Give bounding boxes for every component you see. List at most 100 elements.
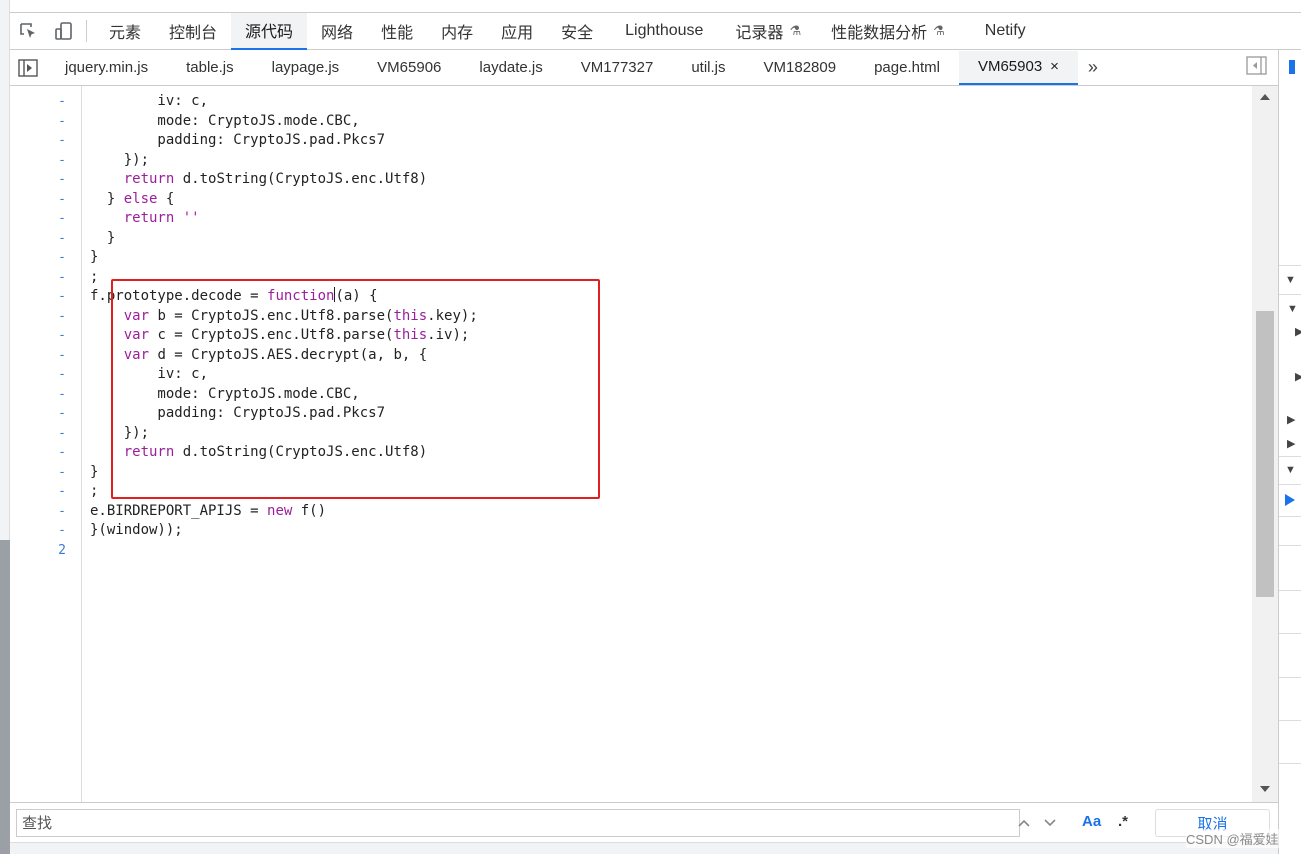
file-tab[interactable]: table.js bbox=[167, 51, 253, 85]
code-line[interactable]: iv: c, bbox=[90, 92, 208, 112]
line-marker[interactable]: - bbox=[10, 482, 66, 502]
file-tab[interactable]: util.js bbox=[672, 51, 744, 85]
line-marker[interactable]: - bbox=[10, 248, 66, 268]
experiment-flask-icon: ⚗ bbox=[789, 23, 802, 38]
line-marker[interactable]: - bbox=[10, 229, 66, 249]
line-marker[interactable]: - bbox=[10, 346, 66, 366]
file-tab[interactable]: VM182809 bbox=[745, 51, 856, 85]
line-marker[interactable]: - bbox=[10, 463, 66, 483]
line-gutter[interactable]: -----------------------2 bbox=[10, 86, 82, 802]
code-text: d.toString(CryptoJS.enc.Utf8) bbox=[174, 171, 428, 187]
file-tab[interactable]: laypage.js bbox=[253, 51, 359, 85]
pause-icon[interactable] bbox=[1289, 60, 1295, 74]
scroll-down-icon[interactable] bbox=[1260, 786, 1270, 792]
line-marker[interactable]: - bbox=[10, 521, 66, 541]
tab-elements[interactable]: 元素 bbox=[95, 13, 155, 50]
scrollbar-thumb[interactable] bbox=[1256, 311, 1274, 597]
tab-sources[interactable]: 源代码 bbox=[231, 12, 308, 50]
tab-performance-insights[interactable]: 性能数据分析 ⚗ bbox=[815, 13, 967, 50]
experiment-flask-icon: ⚗ bbox=[933, 23, 945, 38]
code-text: ; bbox=[90, 268, 99, 285]
code-line[interactable]: mode: CryptoJS.mode.CBC, bbox=[90, 112, 359, 132]
next-match-icon[interactable] bbox=[1038, 811, 1062, 835]
expand-arrow-icon[interactable]: ▶ bbox=[1287, 413, 1295, 426]
tab-network[interactable]: 网络 bbox=[307, 13, 367, 50]
code-keyword: return bbox=[123, 171, 175, 187]
more-tabs-icon[interactable]: » bbox=[1078, 57, 1108, 78]
expand-arrow-icon[interactable]: ▶ bbox=[1295, 370, 1301, 383]
code-line[interactable]: } bbox=[90, 463, 98, 483]
tab-memory[interactable]: 内存 bbox=[427, 13, 487, 50]
device-toolbar-icon[interactable] bbox=[46, 13, 82, 49]
line-marker[interactable]: - bbox=[10, 443, 66, 463]
tab-performance[interactable]: 性能 bbox=[367, 13, 427, 50]
file-tab-active[interactable]: VM65903 × bbox=[958, 50, 1078, 85]
line-marker[interactable]: - bbox=[10, 112, 66, 132]
line-marker[interactable]: - bbox=[10, 385, 66, 405]
code-line[interactable]: padding: CryptoJS.pad.Pkcs7 bbox=[90, 131, 385, 151]
code-text: ; bbox=[90, 483, 99, 499]
line-marker[interactable]: - bbox=[10, 365, 66, 385]
scroll-up-icon[interactable] bbox=[1260, 94, 1270, 100]
line-marker[interactable]: - bbox=[10, 287, 66, 307]
file-tab[interactable]: page.html bbox=[855, 51, 959, 85]
line-marker[interactable]: - bbox=[10, 268, 66, 288]
search-input[interactable] bbox=[16, 809, 1020, 837]
line-marker[interactable]: - bbox=[10, 151, 66, 171]
tab-recorder[interactable]: 记录器 ⚗ bbox=[721, 13, 815, 50]
code-text: }); bbox=[90, 151, 150, 168]
code-text: } bbox=[90, 249, 99, 265]
code-line[interactable]: } bbox=[90, 248, 98, 268]
tab-application[interactable]: 应用 bbox=[487, 13, 547, 50]
expand-arrow-icon[interactable]: ▶ bbox=[1295, 325, 1301, 338]
line-marker[interactable]: - bbox=[10, 502, 66, 522]
line-marker[interactable]: - bbox=[10, 307, 66, 327]
file-tab[interactable]: jquery.min.js bbox=[46, 51, 167, 85]
code-line[interactable]: ; bbox=[90, 482, 98, 502]
code-line[interactable]: ; bbox=[90, 268, 98, 288]
close-tab-icon[interactable]: × bbox=[1050, 58, 1059, 75]
code-text: padding: CryptoJS.pad.Pkcs7 bbox=[90, 132, 386, 148]
code-line[interactable]: } bbox=[90, 229, 115, 249]
code-line[interactable]: }(window)); bbox=[90, 521, 183, 541]
expand-arrow-icon[interactable]: ▼ bbox=[1287, 303, 1298, 315]
file-tab[interactable]: VM177327 bbox=[562, 51, 673, 85]
code-keyword: return bbox=[123, 210, 175, 226]
expand-arrow-icon[interactable]: ▶ bbox=[1287, 437, 1295, 450]
tab-console[interactable]: 控制台 bbox=[155, 13, 231, 50]
match-case-button[interactable]: Aa bbox=[1082, 813, 1101, 830]
tab-security[interactable]: 安全 bbox=[547, 13, 607, 50]
inspect-element-icon[interactable] bbox=[10, 13, 46, 49]
line-marker[interactable]: - bbox=[10, 131, 66, 151]
line-marker[interactable]: 2 bbox=[10, 541, 66, 561]
line-marker[interactable]: - bbox=[10, 170, 66, 190]
code-keyword: new bbox=[267, 502, 293, 519]
tab-netify[interactable]: Netify bbox=[967, 13, 1044, 50]
line-marker[interactable]: - bbox=[10, 424, 66, 444]
code-line[interactable]: return '' bbox=[90, 209, 200, 229]
code-text: iv: c, bbox=[90, 93, 209, 109]
code-line[interactable]: e.BIRDREPORT_APIJS = new f() bbox=[90, 502, 326, 522]
previous-match-icon[interactable] bbox=[1012, 811, 1036, 835]
line-marker[interactable]: - bbox=[10, 404, 66, 424]
line-marker[interactable]: - bbox=[10, 92, 66, 112]
code-line[interactable]: } else { bbox=[90, 190, 174, 210]
section-collapse-icon[interactable]: ▼ bbox=[1285, 464, 1296, 476]
editor-scrollbar[interactable] bbox=[1252, 86, 1278, 802]
code-line[interactable]: }); bbox=[90, 151, 149, 171]
section-collapse-icon[interactable]: ▼ bbox=[1285, 274, 1296, 286]
line-marker[interactable]: - bbox=[10, 326, 66, 346]
file-tab[interactable]: laydate.js bbox=[460, 51, 561, 85]
code-line[interactable]: return d.toString(CryptoJS.enc.Utf8) bbox=[90, 170, 427, 190]
file-tab[interactable]: VM65906 bbox=[358, 51, 460, 85]
line-marker[interactable]: - bbox=[10, 190, 66, 210]
toggle-debugger-sidebar-icon[interactable] bbox=[1246, 56, 1268, 78]
regex-button[interactable]: .* bbox=[1118, 813, 1128, 830]
tab-lighthouse[interactable]: Lighthouse bbox=[607, 13, 721, 50]
toggle-navigator-icon[interactable] bbox=[10, 51, 46, 85]
line-marker[interactable]: - bbox=[10, 209, 66, 229]
code-text: f() bbox=[292, 502, 327, 519]
code-editor[interactable]: -----------------------2 iv: c, mode: Cr… bbox=[10, 86, 1252, 802]
code-keyword: else bbox=[123, 190, 158, 207]
